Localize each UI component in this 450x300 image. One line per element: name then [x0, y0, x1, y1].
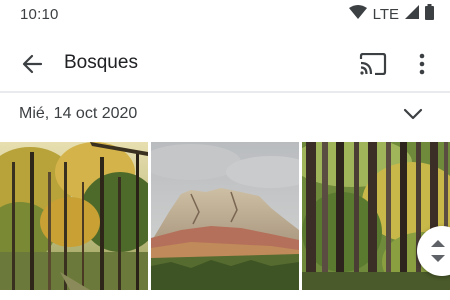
network-type: LTE [372, 5, 399, 23]
more-options-button[interactable] [404, 46, 440, 86]
status-time: 10:10 [20, 5, 59, 23]
date-group-header: Mié, 14 oct 2020 [0, 96, 450, 136]
battery-icon [425, 3, 434, 25]
status-bar: 10:10 LTE [0, 0, 450, 28]
status-icons: LTE [348, 3, 434, 25]
page-title: Bosques [64, 52, 138, 73]
app-bar: Bosques [0, 40, 450, 88]
photo-thumbnail-mountain[interactable] [151, 142, 299, 290]
back-arrow-icon [21, 53, 43, 80]
chevron-down-icon [403, 107, 423, 125]
cast-icon [359, 52, 387, 80]
date-label: Mié, 14 oct 2020 [19, 105, 138, 122]
more-vert-icon [419, 53, 425, 80]
expand-date-button[interactable] [396, 100, 430, 132]
wifi-icon [348, 4, 367, 24]
divider [0, 91, 450, 93]
scroll-arrows-icon [431, 240, 445, 262]
photo-thumbnail-autumn-forest[interactable] [0, 142, 148, 290]
signal-icon [405, 4, 419, 24]
cast-button[interactable] [352, 46, 394, 86]
back-button[interactable] [12, 46, 52, 86]
photo-grid [0, 142, 450, 290]
